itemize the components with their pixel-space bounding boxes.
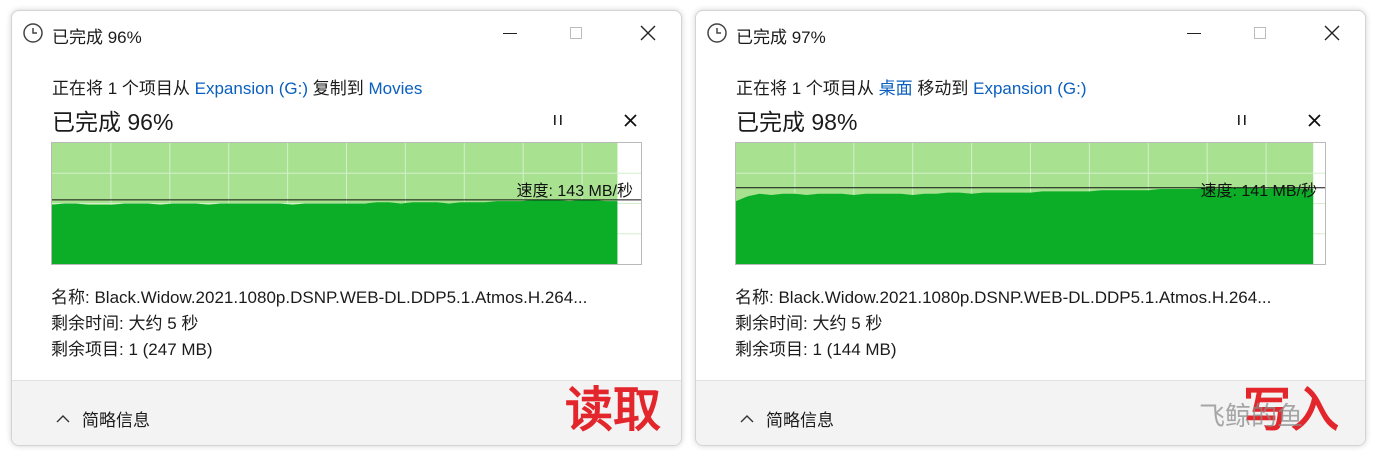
operation-verb: 移动到 bbox=[917, 79, 969, 98]
time-remaining-row: 剩余时间: 大约 5 秒 bbox=[735, 309, 882, 334]
name-label: 名称: bbox=[51, 288, 90, 307]
time-value: 大约 5 秒 bbox=[128, 314, 199, 333]
copy-dialog-read: 已完成 96% 正在将 1 个项目从 Expansion (G:) 复制到 Mo… bbox=[11, 10, 682, 446]
name-value: Black.Widow.2021.1080p.DSNP.WEB-DL.DDP5.… bbox=[94, 288, 588, 307]
watermark: 飞鲸的鱼 bbox=[1199, 402, 1304, 432]
source-link[interactable]: Expansion (G:) bbox=[195, 79, 308, 98]
maximize-icon bbox=[1254, 27, 1266, 39]
file-name-row: 名称: Black.Widow.2021.1080p.DSNP.WEB-DL.D… bbox=[51, 283, 587, 308]
speed-graph-svg bbox=[736, 143, 1325, 264]
maximize-button[interactable] bbox=[1230, 15, 1290, 51]
minimize-icon bbox=[503, 32, 517, 34]
read-caption: 读取 bbox=[565, 382, 662, 438]
window-title: 已完成 97% bbox=[736, 28, 826, 47]
window-title: 已完成 96% bbox=[52, 28, 142, 47]
speed-graph: 速度: 141 MB/秒 bbox=[735, 142, 1326, 265]
minimize-button[interactable] bbox=[480, 15, 540, 51]
cancel-icon bbox=[623, 113, 637, 127]
items-value: 1 (247 MB) bbox=[128, 340, 213, 359]
items-label: 剩余项目: bbox=[735, 340, 808, 359]
progress-title: 已完成 98% bbox=[736, 109, 858, 135]
cancel-icon bbox=[1307, 113, 1321, 127]
close-icon bbox=[1324, 25, 1340, 41]
pause-icon bbox=[554, 115, 562, 125]
time-remaining-row: 剩余时间: 大约 5 秒 bbox=[51, 309, 198, 334]
maximize-icon bbox=[570, 27, 582, 39]
minimize-icon bbox=[1187, 32, 1201, 34]
operation-prefix: 正在将 1 个项目从 bbox=[52, 79, 190, 98]
clock-icon bbox=[706, 22, 728, 44]
items-remaining-row: 剩余项目: 1 (247 MB) bbox=[51, 335, 213, 360]
close-button[interactable] bbox=[618, 15, 678, 51]
fewer-details-label: 简略信息 bbox=[766, 411, 834, 430]
progress-title: 已完成 96% bbox=[52, 109, 174, 135]
items-label: 剩余项目: bbox=[51, 340, 124, 359]
close-button[interactable] bbox=[1302, 15, 1362, 51]
fewer-details-button[interactable]: 简略信息 bbox=[56, 406, 150, 431]
maximize-button[interactable] bbox=[546, 15, 606, 51]
fewer-details-label: 简略信息 bbox=[82, 411, 150, 430]
minimize-button[interactable] bbox=[1164, 15, 1224, 51]
speed-label: 速度: 143 MB/秒 bbox=[516, 183, 633, 200]
file-name-row: 名称: Black.Widow.2021.1080p.DSNP.WEB-DL.D… bbox=[735, 283, 1271, 308]
speed-area bbox=[52, 199, 618, 264]
pause-button[interactable] bbox=[545, 107, 571, 133]
items-remaining-row: 剩余项目: 1 (144 MB) bbox=[735, 335, 897, 360]
cancel-button[interactable] bbox=[617, 107, 643, 133]
pause-icon bbox=[1238, 115, 1246, 125]
operation-description: 正在将 1 个项目从 Expansion (G:) 复制到 Movies bbox=[52, 74, 422, 99]
time-label: 剩余时间: bbox=[735, 314, 808, 333]
cancel-button[interactable] bbox=[1301, 107, 1327, 133]
name-value: Black.Widow.2021.1080p.DSNP.WEB-DL.DDP5.… bbox=[778, 288, 1272, 307]
pause-button[interactable] bbox=[1229, 107, 1255, 133]
speed-graph: 速度: 143 MB/秒 bbox=[51, 142, 642, 265]
operation-description: 正在将 1 个项目从 桌面 移动到 Expansion (G:) bbox=[736, 74, 1087, 99]
fewer-details-button[interactable]: 简略信息 bbox=[740, 406, 834, 431]
time-value: 大约 5 秒 bbox=[812, 314, 883, 333]
operation-verb: 复制到 bbox=[312, 79, 364, 98]
speed-graph-svg bbox=[52, 143, 641, 264]
chevron-up-icon bbox=[56, 415, 70, 423]
chevron-up-icon bbox=[740, 415, 754, 423]
move-dialog-write: 已完成 97% 正在将 1 个项目从 桌面 移动到 Expansion (G:)… bbox=[695, 10, 1366, 446]
close-icon bbox=[640, 25, 656, 41]
destination-link[interactable]: Expansion (G:) bbox=[973, 79, 1086, 98]
name-label: 名称: bbox=[735, 288, 774, 307]
destination-link[interactable]: Movies bbox=[369, 79, 423, 98]
items-value: 1 (144 MB) bbox=[812, 340, 897, 359]
time-label: 剩余时间: bbox=[51, 314, 124, 333]
source-link[interactable]: 桌面 bbox=[879, 79, 913, 98]
speed-label: 速度: 141 MB/秒 bbox=[1200, 183, 1317, 200]
operation-prefix: 正在将 1 个项目从 bbox=[736, 79, 874, 98]
clock-icon bbox=[22, 22, 44, 44]
